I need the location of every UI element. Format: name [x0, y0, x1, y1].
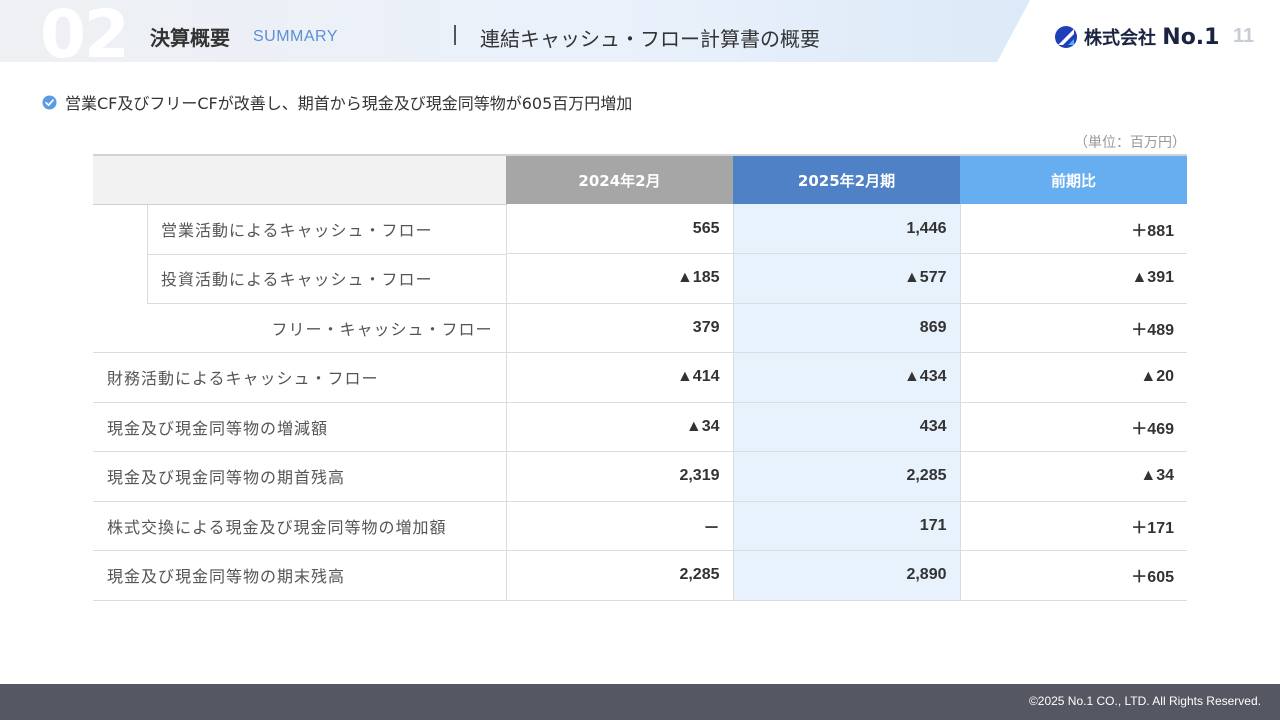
- lead-text: 営業CF及びフリーCFが改善し、期首から現金及び現金同等物が605百万円増加: [65, 94, 633, 113]
- value-diff: ▲34: [959, 451, 1187, 502]
- logo-brand: No.1: [1162, 25, 1220, 50]
- row-label: フリー・キャッシュ・フロー: [93, 303, 506, 353]
- row-label: 投資活動によるキャッシュ・フロー: [93, 253, 506, 304]
- value-diff: ▲20: [959, 352, 1187, 403]
- table-row: 現金及び現金同等物の期末残高 2,285 2,890 ＋605: [93, 550, 1187, 601]
- page-number: 11: [1233, 25, 1255, 47]
- value-curr: 869: [732, 303, 960, 353]
- column-header-yoy: 前期比: [960, 154, 1187, 204]
- row-label: 現金及び現金同等物の期首残高: [93, 451, 506, 502]
- value-diff: ＋881: [959, 204, 1187, 254]
- logo-mark-icon: [1055, 26, 1077, 48]
- value-prev: ▲414: [505, 352, 733, 403]
- value-diff: ＋489: [959, 303, 1187, 353]
- table-header-row: 2024年2月 2025年2月期 前期比: [93, 154, 1187, 205]
- table-row: 投資活動によるキャッシュ・フロー ▲185 ▲577 ▲391: [93, 253, 1187, 304]
- value-prev: －: [505, 501, 733, 551]
- value-prev: 379: [505, 303, 733, 353]
- row-label: 株式交換による現金及び現金同等物の増加額: [93, 501, 506, 551]
- value-prev: 565: [505, 204, 733, 254]
- table-row: 財務活動によるキャッシュ・フロー ▲414 ▲434 ▲20: [93, 352, 1187, 403]
- row-label: 現金及び現金同等物の期末残高: [93, 550, 506, 601]
- column-header-2024: 2024年2月: [506, 154, 733, 204]
- value-curr: 434: [732, 402, 960, 452]
- row-label: 現金及び現金同等物の増減額: [93, 402, 506, 452]
- table-row: 現金及び現金同等物の期首残高 2,319 2,285 ▲34: [93, 451, 1187, 502]
- value-diff: ＋605: [959, 550, 1187, 601]
- lead-line: 営業CF及びフリーCFが改善し、期首から現金及び現金同等物が605百万円増加: [42, 90, 632, 114]
- value-prev: 2,285: [505, 550, 733, 601]
- value-curr: 2,285: [732, 451, 960, 502]
- table-row: 株式交換による現金及び現金同等物の増加額 － 171 ＋171: [93, 501, 1187, 551]
- unit-note: （単位：百万円）: [1074, 135, 1186, 151]
- logo-company: 株式会社: [1084, 28, 1156, 49]
- row-label: 財務活動によるキャッシュ・フロー: [93, 352, 506, 403]
- section-number: 02: [40, 0, 130, 73]
- column-header-2025: 2025年2月期: [733, 154, 960, 204]
- value-prev: ▲34: [505, 402, 733, 452]
- value-prev: 2,319: [505, 451, 733, 502]
- value-diff: ▲391: [959, 253, 1187, 304]
- value-curr: 2,890: [732, 550, 960, 601]
- table-row: 現金及び現金同等物の増減額 ▲34 434 ＋469: [93, 402, 1187, 452]
- table-row: フリー・キャッシュ・フロー 379 869 ＋489: [93, 303, 1187, 353]
- value-curr: 171: [732, 501, 960, 551]
- footer-bar: ©2025 No.1 CO., LTD. All Rights Reserved…: [0, 684, 1280, 720]
- page-heading: 連結キャッシュ・フロー計算書の概要: [480, 27, 820, 51]
- section-title: 決算概要: [150, 26, 230, 50]
- header-divider: [454, 25, 456, 45]
- copyright-text: ©2025 No.1 CO., LTD. All Rights Reserved…: [1028, 694, 1261, 708]
- value-diff: ＋469: [959, 402, 1187, 452]
- cash-flow-table: 2024年2月 2025年2月期 前期比 営業活動によるキャッシュ・フロー 56…: [93, 154, 1187, 601]
- table-row: 営業活動によるキャッシュ・フロー 565 1,446 ＋881: [93, 204, 1187, 254]
- value-curr: ▲434: [732, 352, 960, 403]
- logo-text: 株式会社 No.1: [1084, 24, 1219, 50]
- value-curr: 1,446: [732, 204, 960, 254]
- column-header-label: [93, 154, 506, 205]
- value-prev: ▲185: [505, 253, 733, 304]
- row-label: 営業活動によるキャッシュ・フロー: [93, 204, 506, 254]
- value-diff: ＋171: [959, 501, 1187, 551]
- value-curr: ▲577: [732, 253, 960, 304]
- check-circle-icon: [42, 94, 57, 110]
- company-logo: 株式会社 No.1: [1054, 24, 1219, 50]
- section-subtitle: SUMMARY: [253, 28, 338, 45]
